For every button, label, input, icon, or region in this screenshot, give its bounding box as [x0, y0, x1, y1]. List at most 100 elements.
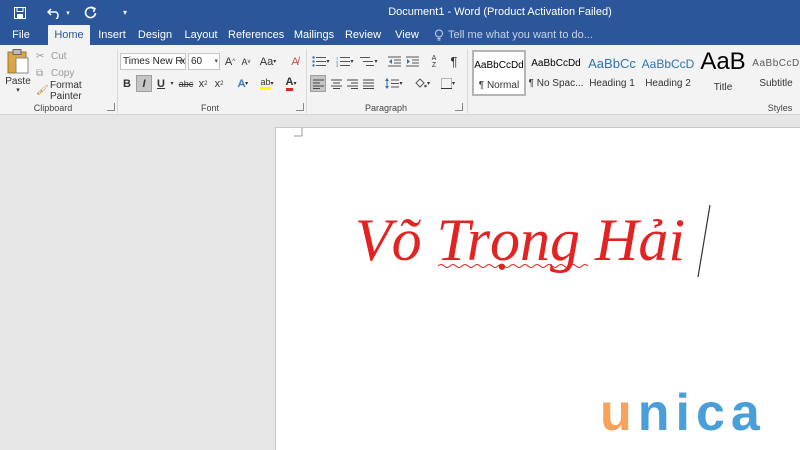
change-case-button[interactable]: Aa ▾ [258, 53, 278, 70]
show-formatting-button[interactable]: ¶ [446, 53, 462, 70]
style-normal[interactable]: AaBbCcDd ¶ Normal [472, 50, 526, 96]
shading-button[interactable]: ▾ [410, 75, 434, 92]
style-title[interactable]: AaB Title [698, 50, 748, 96]
group-divider [117, 49, 118, 113]
font-launcher-icon[interactable] [296, 103, 304, 111]
tab-insert[interactable]: Insert [94, 25, 130, 45]
tell-me-placeholder: Tell me what you want to do... [448, 29, 593, 41]
tab-review[interactable]: Review [343, 25, 383, 45]
underline-button[interactable]: U [154, 75, 168, 92]
align-right-icon[interactable] [344, 75, 360, 92]
style-heading-2[interactable]: AaBbCcD Heading 2 [640, 50, 696, 96]
logo-letters-nica: nica [637, 384, 766, 442]
style-sample: AaBbCcD [641, 57, 695, 71]
italic-button[interactable]: I [136, 75, 152, 92]
paragraph-group-label: Paragraph [364, 103, 408, 113]
paste-label: Paste [5, 76, 31, 87]
copy-icon: ⧉ [36, 68, 44, 79]
tab-home[interactable]: Home [48, 25, 90, 45]
superscript-button[interactable]: x2 [212, 75, 226, 92]
multilevel-list-icon [360, 57, 375, 66]
strikethrough-button[interactable]: abc [178, 75, 194, 92]
text-effects-icon: A [237, 77, 246, 90]
style-name: Subtitle [759, 78, 793, 89]
style-subtitle[interactable]: AaBbCcD Subtitle [752, 50, 800, 96]
group-divider [306, 49, 307, 113]
paintbrush-icon: 🖌 [36, 85, 49, 96]
style-sample: AaBbCc [588, 56, 636, 71]
justify-icon[interactable] [360, 75, 376, 92]
tab-layout[interactable]: Layout [181, 25, 221, 45]
cut-button[interactable]: ✂ Cut [36, 49, 106, 64]
logo-letter-u: u [600, 384, 638, 442]
font-name-dropdown[interactable]: Times New Ro ▾ [120, 53, 186, 70]
font-size-dropdown[interactable]: 60 ▾ [188, 53, 220, 70]
paragraph-launcher-icon[interactable] [455, 103, 463, 111]
font-group-label: Font [200, 103, 219, 113]
sort-button[interactable]: A Z [426, 53, 442, 70]
align-left-icon[interactable] [310, 75, 326, 92]
ribbon: Paste ▾ ✂ Cut ⧉ Copy 🖌 Format Painter Clipb… [0, 45, 800, 115]
text-cursor [697, 205, 711, 277]
clipboard-icon [7, 49, 29, 74]
multilevel-list-button[interactable]: ▾ [358, 53, 380, 70]
tab-mailings[interactable]: Mailings [290, 25, 338, 45]
decrease-indent-icon[interactable] [386, 53, 402, 70]
grow-font-button[interactable]: A ^ [223, 53, 237, 70]
font-color-button[interactable]: A ▾ [280, 75, 302, 92]
font-name-value: Times New Ro [123, 56, 186, 67]
unica-logo: unica [600, 385, 766, 441]
style-name: ¶ Normal [478, 80, 520, 91]
style-name: Heading 1 [589, 78, 635, 89]
clear-formatting-icon[interactable]: A̸ [287, 53, 303, 70]
style-name: Heading 2 [645, 78, 691, 89]
tab-view[interactable]: View [390, 25, 424, 45]
style-sample: AaB [700, 50, 746, 75]
cut-label: Cut [51, 51, 67, 62]
bullets-button[interactable]: ▾ [310, 53, 332, 70]
line-spacing-button[interactable]: ▾ [382, 75, 406, 92]
margin-corner-mark [294, 128, 303, 137]
shrink-font-button[interactable]: Av [239, 53, 253, 70]
paste-button[interactable]: Paste ▾ [4, 49, 32, 101]
paste-dropdown-icon[interactable]: ▾ [16, 87, 20, 95]
subscript-button[interactable]: x2 [196, 75, 210, 92]
paint-bucket-icon [415, 78, 427, 88]
title-bar: ▾ ▾ Document1 - Word (Product Activation… [0, 0, 800, 25]
styles-group-label: Styles [767, 103, 793, 113]
numbering-icon: 123 [336, 56, 351, 67]
lightbulb-icon [435, 29, 443, 41]
window-title: Document1 - Word (Product Activation Fai… [388, 6, 612, 18]
borders-button[interactable]: ▾ [436, 75, 460, 92]
bold-button[interactable]: B [120, 75, 134, 92]
sort-icon: A Z [431, 54, 437, 69]
style-heading-1[interactable]: AaBbCc Heading 1 [586, 50, 638, 96]
format-painter-label: Format Painter [50, 79, 82, 102]
font-color-icon: A [285, 76, 294, 91]
align-center-icon[interactable] [328, 75, 344, 92]
numbering-button[interactable]: 1 2 3 ▾ [334, 53, 356, 70]
increase-indent-icon[interactable] [404, 53, 420, 70]
format-painter-button[interactable]: 🖌 Format Painter [36, 80, 114, 102]
scissors-icon: ✂ [36, 51, 45, 62]
chevron-down-icon: ▾ [180, 58, 184, 65]
highlight-button[interactable]: ab ▾ [256, 75, 278, 92]
superscript-index: 2 [220, 80, 224, 87]
chevron-down-icon: ▾ [214, 58, 218, 65]
style-no-spacing[interactable]: AaBbCcDd ¶ No Spac... [528, 50, 584, 96]
group-divider [467, 49, 468, 113]
highlight-icon: ab [260, 77, 271, 90]
font-size-value: 60 [191, 56, 203, 67]
tell-me-search[interactable]: Tell me what you want to do... [434, 25, 593, 45]
copy-label: Copy [51, 68, 75, 79]
tab-references[interactable]: References [228, 25, 284, 45]
underline-dropdown-icon[interactable]: ▾ [168, 75, 176, 92]
grow-font-icon: A [224, 55, 233, 68]
tab-file[interactable]: File [0, 25, 42, 45]
spelling-squiggle [438, 264, 588, 268]
clipboard-launcher-icon[interactable] [107, 103, 115, 111]
tab-design[interactable]: Design [135, 25, 175, 45]
svg-text:3: 3 [336, 63, 339, 67]
text-effects-button[interactable]: A ▾ [232, 75, 254, 92]
borders-icon [440, 78, 452, 89]
